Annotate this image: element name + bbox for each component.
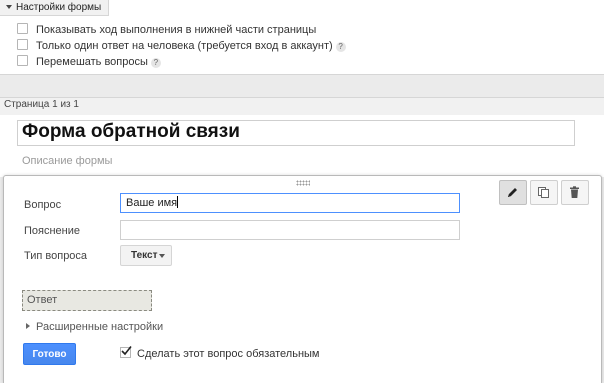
hint-input[interactable] [120,220,460,240]
form-description-input[interactable]: Описание формы [22,155,112,167]
edit-button[interactable] [499,180,527,205]
question-input-value: Ваше имя [126,197,178,209]
delete-button[interactable] [561,180,589,205]
question-type-label: Тип вопроса [24,250,88,262]
trash-icon [570,186,579,198]
checkmark-icon [121,346,132,356]
question-type-value: Текст [131,250,158,261]
pencil-icon [508,188,517,197]
option-shuffle-questions[interactable]: Перемешать вопросы? [17,55,161,69]
done-button[interactable]: Готово [23,343,76,365]
answer-preview: Ответ [22,290,152,311]
collapse-triangle-icon [6,5,12,9]
required-option[interactable]: Сделать этот вопрос обязательным [120,346,320,361]
dropdown-arrow-icon [159,254,165,258]
form-settings-tab[interactable]: Настройки формы [0,0,110,16]
expand-triangle-icon [26,323,30,329]
help-icon[interactable]: ? [150,58,161,68]
checkbox-one-response[interactable] [17,39,28,50]
question-input[interactable]: Ваше имя [120,193,460,213]
drag-handle[interactable] [296,180,310,186]
option-one-response-label: Только один ответ на человека (требуется… [36,40,333,52]
page-indicator: Страница 1 из 1 [4,99,79,110]
option-show-progress-label: Показывать ход выполнения в нижней части… [36,24,317,36]
form-settings-tab-label: Настройки формы [16,2,102,13]
help-icon[interactable]: ? [335,42,346,52]
hint-label: Пояснение [24,225,81,237]
option-show-progress[interactable]: Показывать ход выполнения в нижней части… [17,23,316,37]
checkbox-show-progress[interactable] [17,23,28,34]
duplicate-button[interactable] [530,180,558,205]
option-one-response[interactable]: Только один ответ на человека (требуется… [17,39,346,53]
page-header-bar [0,97,604,116]
form-title: Форма обратной связи [22,121,240,142]
question-type-select[interactable]: Текст [120,245,172,266]
text-caret [177,196,179,208]
required-label: Сделать этот вопрос обязательным [137,348,320,360]
option-shuffle-questions-label: Перемешать вопросы [36,56,148,68]
checkbox-shuffle-questions[interactable] [17,55,28,66]
advanced-settings-toggle[interactable]: Расширенные настройки [26,320,163,334]
question-label: Вопрос [24,199,62,211]
advanced-settings-label: Расширенные настройки [36,321,164,333]
duplicate-icon [538,187,549,198]
required-checkbox[interactable] [120,346,132,358]
